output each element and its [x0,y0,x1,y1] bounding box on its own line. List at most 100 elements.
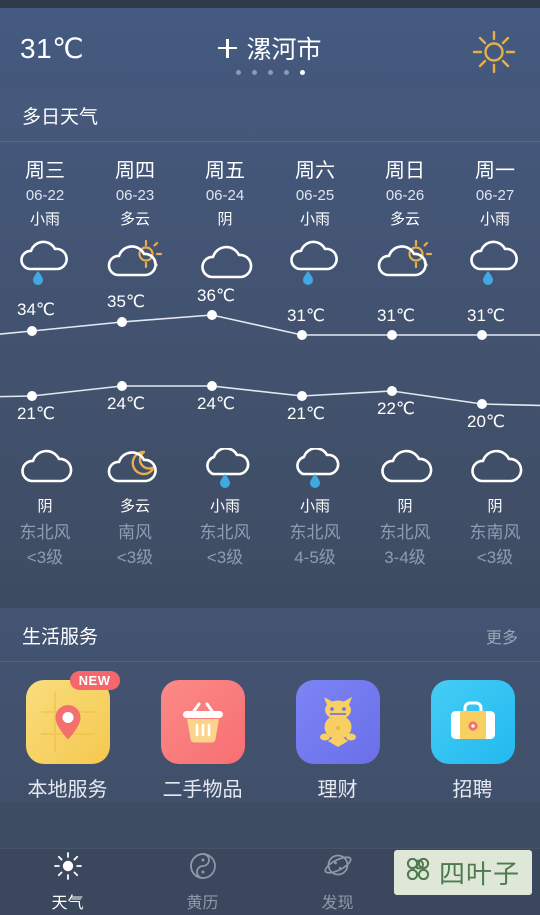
page-dot[interactable] [251,70,257,75]
wind-level: <3级 [26,548,64,567]
night-condition: 阴 [37,498,53,515]
day-condition: 多云 [119,211,150,228]
section-divider [0,588,540,608]
temperature-chart: 34℃ 35℃ 36℃ 31℃ 31℃ 31℃ 21℃ 24℃ 24℃ 21℃ … [0,286,540,442]
life-service-app[interactable]: 理财 [270,680,405,802]
wind-direction: 东北风 [199,523,251,542]
wind-level: 3-4级 [384,548,426,567]
high-temp-label: 36℃ [196,286,236,305]
life-services-title: 生活服务 [22,627,99,648]
low-temp-label: 24℃ [106,394,146,413]
high-temp-label: 31℃ [466,306,506,325]
day-condition: 小雨 [299,211,330,228]
nav-item-discover[interactable]: 发现 [270,851,405,913]
cloudy-icon [450,442,540,494]
day-condition: 阴 [217,211,233,228]
page-dot[interactable] [267,70,273,75]
nav-item-weather[interactable]: 天气 [0,851,135,913]
low-temp-line [0,385,540,407]
forecast-night-column[interactable]: 小雨 东北风 4-5级 [270,442,360,570]
high-temp-label: 31℃ [286,306,326,325]
nav-item-almanac[interactable]: 黄历 [135,851,270,913]
low-temp-label: 21℃ [16,404,56,423]
sun-icon[interactable] [470,28,518,76]
plus-icon[interactable] [218,38,238,58]
wind-level: 4-5级 [294,548,336,567]
high-temp-line [0,314,540,336]
page-dot[interactable] [283,70,289,75]
forecast-column[interactable]: 周日 06-26 多云 [360,158,450,288]
partly-cloudy-night-icon [90,442,180,494]
yinyang-icon [188,851,218,886]
forecast-column[interactable]: 周一 06-27 小雨 [450,158,540,288]
map-pin-icon[interactable]: NEW [25,671,120,764]
forecast-night-rows: 阴 东北风 <3级 多云 南风 <3级 小雨 东北风 <3级 小雨 东北风 4-… [0,442,540,570]
page-dot[interactable] [235,70,241,75]
temperature-chart-svg [0,310,540,409]
wind-direction: 东北风 [379,523,431,542]
low-temp-label: 20℃ [466,412,506,431]
new-badge: NEW [69,671,120,690]
basket-icon[interactable] [160,680,245,764]
mascot-icon[interactable] [295,680,380,764]
cloudy-icon [360,442,450,494]
city-selector[interactable]: 漯河市 [0,30,540,66]
forecast-night-column[interactable]: 小雨 东北风 <3级 [180,442,270,570]
high-temp-label: 31℃ [376,306,416,325]
forecast-column[interactable]: 周五 06-24 阴 [180,158,270,288]
wind-level: <3级 [206,548,244,567]
city-name: 漯河市 [246,36,322,64]
night-condition: 小雨 [299,498,330,515]
forecast-night-column[interactable]: 阴 东北风 <3级 [0,442,90,570]
wind-direction: 南风 [118,523,152,542]
high-temp-label: 35℃ [106,292,146,311]
forecast-night-column[interactable]: 阴 东南风 <3级 [450,442,540,570]
app-label: 招聘 [452,779,493,801]
life-services-more-button[interactable]: 更多 [486,624,518,648]
watermark-text: 四叶子 [438,859,520,889]
forecast-night-column[interactable]: 阴 东北风 3-4级 [360,442,450,570]
forecast-card: 多日天气 周三 06-22 小雨 周四 06-23 多云 周五 06-24 阴 … [0,88,540,588]
day-date: 06-25 [295,187,335,204]
cloudy-icon [180,236,270,288]
status-bar [0,0,540,8]
nav-label: 发现 [321,895,354,912]
low-temp-label: 21℃ [286,404,326,423]
briefcase-icon[interactable] [430,680,515,764]
wind-direction: 东南风 [469,523,521,542]
night-condition: 阴 [487,498,503,515]
day-date: 06-27 [475,187,515,204]
day-weekday: 周五 [205,160,245,182]
page-dot-active[interactable] [299,70,305,75]
life-service-app[interactable]: 招聘 [405,680,540,802]
forecast-column[interactable]: 周六 06-25 小雨 [270,158,360,288]
night-condition: 小雨 [209,498,240,515]
day-date: 06-23 [115,187,155,204]
forecast-column[interactable]: 周四 06-23 多云 [90,158,180,288]
watermark: 四叶子 [393,850,532,895]
high-temp-label: 34℃ [16,300,56,319]
day-weekday: 周四 [115,160,155,182]
forecast-day-headers: 周三 06-22 小雨 周四 06-23 多云 周五 06-24 阴 周六 06… [0,158,540,288]
forecast-night-column[interactable]: 多云 南风 <3级 [90,442,180,570]
day-date: 06-22 [25,187,65,204]
rain-icon [0,236,90,288]
life-service-app[interactable]: 二手物品 [135,680,270,802]
nav-label: 黄历 [186,895,219,912]
partly-cloudy-day-icon [90,236,180,288]
forecast-column[interactable]: 周三 06-22 小雨 [0,158,90,288]
cloudy-icon [0,442,90,494]
wind-direction: 东北风 [19,523,71,542]
wind-direction: 东北风 [289,523,341,542]
page-indicator [0,70,540,75]
life-service-app[interactable]: NEW 本地服务 [0,671,135,802]
day-weekday: 周一 [475,160,515,182]
app-label: 本地服务 [27,779,108,801]
partly-cloudy-day-icon [360,236,450,288]
life-services-card: 生活服务 更多 NEW 本地服务 二手物品 理财 招聘 [0,608,540,802]
wind-level: <3级 [116,548,154,567]
wind-level: <3级 [476,548,514,567]
day-condition: 小雨 [29,211,60,228]
clover-icon [403,854,433,891]
low-temp-label: 24℃ [196,394,236,413]
